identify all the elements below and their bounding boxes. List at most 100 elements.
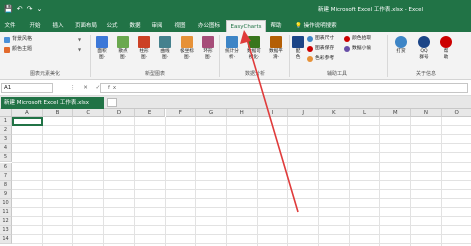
row-header-4[interactable]: 4: [0, 144, 12, 154]
donate-button[interactable]: 打赏: [391, 36, 411, 55]
tab-view[interactable]: 视图: [172, 20, 188, 32]
redo-icon[interactable]: ↷: [27, 4, 33, 14]
row-header-10[interactable]: 10: [0, 198, 12, 208]
curve-chart-label: 曲线 图·: [160, 49, 170, 60]
row-header-5[interactable]: 5: [0, 153, 12, 163]
color-reference-button[interactable]: 色彩参考: [307, 55, 334, 63]
visualize-label: 数据可 视化·: [247, 49, 261, 60]
grid-row-line: [12, 207, 471, 208]
save-icon[interactable]: 💾: [4, 4, 13, 14]
row-header-14[interactable]: 14: [0, 235, 12, 245]
grid-row-line: [12, 143, 471, 145]
column-header-E[interactable]: E: [134, 109, 166, 117]
statistics-button[interactable]: 统计分 析·: [222, 36, 242, 60]
column-header-O[interactable]: O: [441, 109, 471, 117]
column-header-B[interactable]: B: [42, 109, 74, 117]
column-header-F[interactable]: F: [165, 109, 197, 117]
row-header-3[interactable]: 3: [0, 135, 12, 145]
qq-group-button[interactable]: QQ 群号: [414, 36, 434, 60]
new-workbook-tab-button[interactable]: [107, 98, 117, 107]
column-header-I[interactable]: I: [257, 109, 289, 117]
ring-chart-icon: [202, 36, 214, 48]
palette-button[interactable]: 配 色: [291, 36, 305, 60]
tab-insert[interactable]: 插入: [50, 20, 66, 32]
column-chart-button[interactable]: 柱形 图·: [135, 36, 153, 60]
customize-qat-icon[interactable]: ⌄: [36, 4, 42, 14]
row-header-11[interactable]: 11: [0, 208, 12, 218]
tab-page-layout[interactable]: 页面布局: [71, 20, 101, 32]
area-chart-button[interactable]: 面积 图·: [93, 36, 111, 60]
column-header-M[interactable]: M: [380, 109, 412, 117]
polar-chart-button[interactable]: 极坐标 图·: [177, 36, 197, 60]
color-picker-icon: [344, 36, 350, 42]
row-header-12[interactable]: 12: [0, 217, 12, 227]
column-header-K[interactable]: K: [319, 109, 350, 117]
name-box[interactable]: A1: [1, 83, 53, 93]
background-style-label: 背景风格: [12, 36, 33, 42]
tab-review[interactable]: 审阅: [149, 20, 165, 32]
group-label-chart-beautify: 图表元素美化: [29, 71, 60, 77]
tell-me-search[interactable]: 💡 操作说明搜索: [295, 20, 337, 32]
column-header-H[interactable]: H: [226, 109, 258, 117]
row-header-1[interactable]: 1: [0, 117, 12, 127]
excel-window: 💾 ↶ ↷ ⌄ 新建 Microsoft Excel 工作表.xlsx - Ex…: [0, 0, 471, 246]
tab-home[interactable]: 开始: [27, 20, 43, 32]
row-header-9[interactable]: 9: [0, 189, 12, 199]
help-button[interactable]: 帮 助: [436, 36, 456, 60]
grid-column-line: [379, 117, 381, 246]
tab-office-icons[interactable]: 办公图标: [194, 20, 224, 32]
chart-save-button[interactable]: 图表保存: [307, 45, 334, 53]
grid-column-line: [103, 117, 105, 246]
chart-size-button[interactable]: 图表尺寸: [307, 35, 334, 43]
grid-column-line: [195, 117, 197, 246]
color-theme-combo[interactable]: 颜色主题 ▼: [4, 45, 86, 54]
color-reference-icon: [307, 56, 313, 62]
background-style-combo[interactable]: 背景风格 ▼: [4, 35, 86, 44]
select-all-corner[interactable]: [0, 109, 12, 117]
grid-column-line: [318, 117, 319, 246]
donate-icon: [395, 36, 407, 48]
grid-row-line: [12, 134, 471, 136]
column-header-A[interactable]: A: [12, 109, 43, 117]
active-cell-a1[interactable]: [12, 117, 43, 127]
worksheet-grid[interactable]: A B C D E F G H I J K L M N O 1 2 3 4 5 6 7 8 9 10 11 12 13 14: [0, 109, 471, 246]
row-header-13[interactable]: 13: [0, 226, 12, 236]
tab-easycharts[interactable]: EasyCharts: [226, 20, 266, 32]
grid-column-line: [72, 117, 74, 246]
row-header-6[interactable]: 6: [0, 162, 12, 172]
palette-icon: [292, 36, 304, 48]
tab-formulas[interactable]: 公式: [104, 20, 120, 32]
statistics-icon: [226, 36, 238, 48]
row-header-7[interactable]: 7: [0, 171, 12, 181]
ring-chart-button[interactable]: 环形 图·: [199, 36, 217, 60]
chart-save-icon: [307, 46, 313, 52]
curve-chart-button[interactable]: 曲线 图·: [156, 36, 174, 60]
color-picker-button[interactable]: 颜色拾取: [344, 35, 371, 43]
smooth-button[interactable]: 数据平 滑·: [266, 36, 286, 60]
group-label-aux-tools: 辅助工具: [326, 71, 347, 77]
column-header-G[interactable]: G: [196, 109, 227, 117]
grid-row-line: [12, 125, 471, 127]
column-header-N[interactable]: N: [411, 109, 442, 117]
tab-file[interactable]: 文件: [3, 20, 17, 32]
column-header-C[interactable]: C: [73, 109, 105, 117]
column-header-D[interactable]: D: [104, 109, 135, 117]
scatter-chart-button[interactable]: 散点 图·: [114, 36, 132, 60]
row-header-2[interactable]: 2: [0, 126, 12, 136]
chart-save-label: 图表保存: [315, 46, 335, 51]
palette-label: 配 色: [295, 49, 301, 60]
ribbon-tabs: 文件 开始 插入 页面布局 公式 数据 审阅 视图 办公图标 EasyChart…: [0, 18, 471, 32]
column-header-J[interactable]: J: [288, 109, 319, 117]
undo-icon[interactable]: ↶: [17, 4, 23, 14]
row-header-8[interactable]: 8: [0, 180, 12, 190]
formula-input[interactable]: [100, 83, 468, 93]
grid-row-line: [12, 152, 471, 154]
tab-help[interactable]: 帮助: [268, 20, 284, 32]
data-thief-button[interactable]: 数据小偷: [344, 45, 371, 53]
column-header-L[interactable]: L: [349, 109, 381, 117]
tab-data[interactable]: 数据: [127, 20, 143, 32]
workbook-tab[interactable]: 新建 Microsoft Excel 工作表.xlsx: [1, 97, 104, 109]
chart-size-label: 图表尺寸: [315, 36, 335, 41]
qq-group-icon: [418, 36, 430, 48]
visualize-button[interactable]: 数据可 视化·: [244, 36, 264, 60]
